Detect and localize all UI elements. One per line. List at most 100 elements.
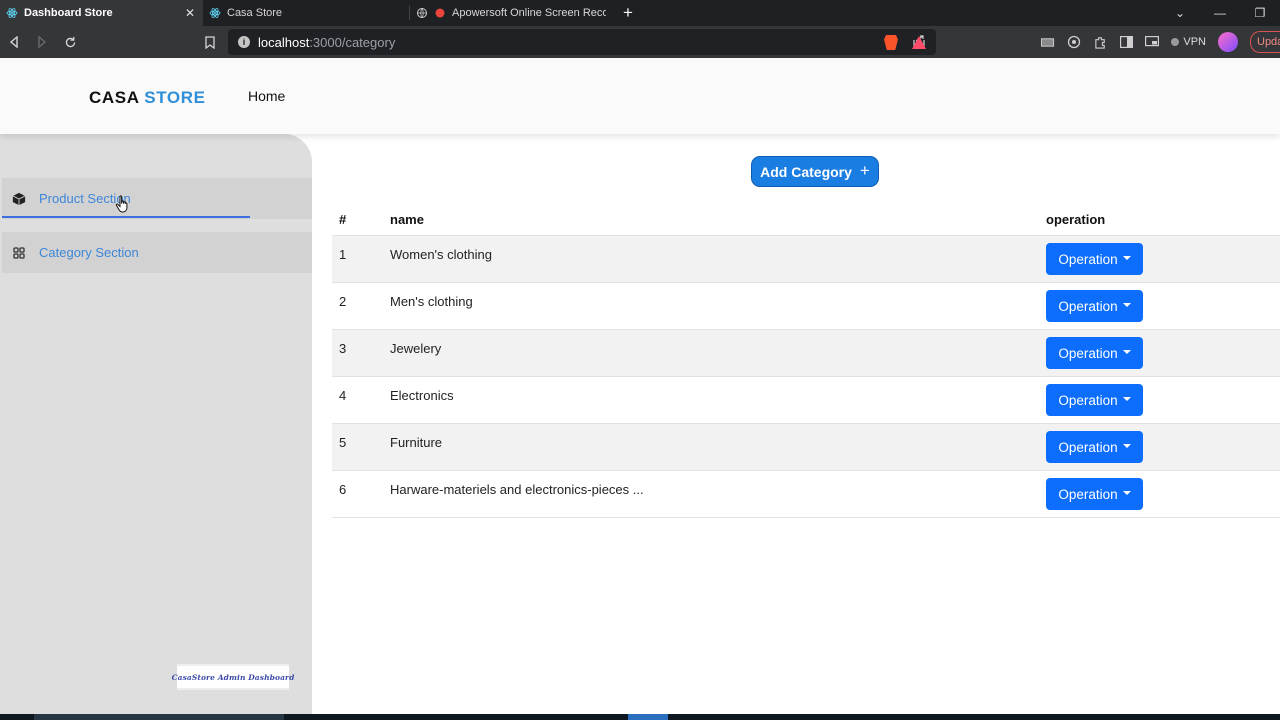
active-item-underline [2, 216, 250, 218]
tab-title: Casa Store [227, 7, 283, 19]
caret-down-icon [1122, 303, 1131, 307]
row-name: Men's clothing [390, 294, 473, 309]
taskbar-active-app[interactable] [628, 714, 668, 720]
caret-down-icon [1122, 350, 1131, 354]
tab-title: Apowersoft Online Screen Recorde [452, 7, 606, 19]
back-icon[interactable] [0, 28, 28, 56]
table-row: 2 Men's clothing Operation [332, 283, 1280, 330]
sidebar-item-category-section[interactable]: Category Section [2, 232, 312, 273]
app-header: CASA STORE Home [0, 58, 1280, 134]
tab-title: Dashboard Store [24, 7, 113, 19]
os-taskbar [0, 714, 1280, 720]
operation-dropdown-button[interactable]: Operation [1046, 478, 1143, 510]
brave-rewards-icon[interactable] [912, 36, 926, 49]
row-index: 2 [339, 294, 347, 309]
row-name: Jewelery [390, 341, 442, 356]
footer-logo-text: CasaStore Admin Dashboard [171, 672, 295, 682]
cast-icon[interactable] [1145, 35, 1160, 49]
table-row: 6 Harware-materiels and electronics-piec… [332, 471, 1280, 518]
row-index: 3 [339, 341, 347, 356]
add-category-button[interactable]: Add Category + [751, 156, 879, 187]
tab-close-icon[interactable]: ✕ [185, 6, 195, 20]
admin-dashboard-logo: CasaStore Admin Dashboard [172, 664, 294, 690]
sidebar-toggle-icon[interactable] [1119, 35, 1133, 49]
row-index: 4 [339, 388, 347, 403]
sidebar [0, 134, 312, 720]
row-name: Furniture [390, 435, 443, 450]
caret-down-icon [1122, 397, 1131, 401]
operation-label: Operation [1058, 486, 1118, 502]
row-index: 1 [339, 247, 347, 262]
operation-dropdown-button[interactable]: Operation [1046, 243, 1143, 275]
table-header: # name operation [332, 203, 1280, 236]
taskbar-segment [34, 714, 284, 720]
operation-dropdown-button[interactable]: Operation [1046, 337, 1143, 369]
table-row: 4 Electronics Operation [332, 377, 1280, 424]
url-host: localhost [258, 34, 310, 50]
brand-part1: CASA [89, 88, 139, 107]
row-index: 5 [339, 435, 347, 450]
react-icon [209, 7, 221, 19]
header-name: name [390, 211, 424, 227]
box-icon [12, 192, 26, 206]
category-table: # name operation 1 Women's clothing Oper… [332, 203, 1280, 518]
address-bar[interactable]: i localhost :3000/category [228, 29, 936, 55]
operation-label: Operation [1058, 345, 1118, 361]
browser-tab-bar: Dashboard Store ✕ Casa Store Apowersoft … [0, 0, 1280, 26]
operation-dropdown-button[interactable]: Operation [1046, 431, 1143, 463]
forward-icon[interactable] [28, 28, 56, 56]
sidebar-item-product-section[interactable]: Product Section [2, 178, 312, 219]
row-name: Women's clothing [390, 247, 492, 262]
site-info-icon[interactable]: i [238, 36, 250, 48]
minimize-icon[interactable]: — [1200, 6, 1240, 20]
row-index: 6 [339, 482, 347, 497]
extension-icons: VPN Upda [1041, 26, 1280, 58]
update-button[interactable]: Upda [1250, 31, 1280, 53]
bookmark-icon[interactable] [196, 28, 224, 56]
battery-icon[interactable] [1041, 35, 1055, 49]
caret-down-icon [1122, 444, 1131, 448]
table-row: 3 Jewelery Operation [332, 330, 1280, 377]
reload-icon[interactable] [56, 28, 84, 56]
tab-dashboard-store[interactable]: Dashboard Store ✕ [0, 0, 203, 26]
header-index: # [339, 211, 347, 227]
profile-avatar[interactable] [1218, 32, 1238, 52]
row-name: Electronics [390, 388, 454, 403]
tab-casa-store[interactable]: Casa Store [203, 0, 409, 26]
plus-icon: + [859, 161, 870, 180]
restore-icon[interactable]: ❐ [1240, 6, 1280, 20]
brand-logo[interactable]: CASA STORE [89, 88, 206, 108]
sidebar-item-label: Category Section [39, 245, 139, 260]
browser-toolbar: i localhost :3000/category VPN Upd [0, 26, 1280, 58]
operation-label: Operation [1058, 392, 1118, 408]
extensions-icon[interactable] [1093, 35, 1107, 49]
vpn-button[interactable]: VPN [1171, 36, 1206, 48]
table-row: 1 Women's clothing Operation [332, 236, 1280, 283]
operation-dropdown-button[interactable]: Operation [1046, 290, 1143, 322]
operation-dropdown-button[interactable]: Operation [1046, 384, 1143, 416]
brand-part2: STORE [144, 88, 206, 107]
vpn-status-icon [1171, 38, 1180, 46]
operation-label: Operation [1058, 298, 1118, 314]
caret-down-icon [1122, 491, 1131, 495]
operation-label: Operation [1058, 439, 1118, 455]
header-operation: operation [1046, 211, 1106, 227]
nav-home-link[interactable]: Home [248, 88, 285, 104]
brave-shields-icon[interactable] [884, 35, 898, 50]
row-name: Harware-materiels and electronics-pieces… [390, 482, 644, 497]
new-tab-button[interactable]: + [614, 0, 642, 26]
vpn-label: VPN [1183, 36, 1206, 48]
operation-label: Operation [1058, 251, 1118, 267]
recording-icon [434, 7, 446, 19]
grid-icon [12, 246, 26, 260]
tab-apowersoft[interactable]: Apowersoft Online Screen Recorde [410, 0, 614, 26]
globe-icon [416, 7, 428, 19]
add-category-label: Add Category [760, 163, 852, 180]
caret-down-icon [1122, 256, 1131, 260]
react-icon [6, 7, 18, 19]
hand-cursor-icon [115, 195, 129, 213]
tab-search-icon[interactable]: ⌄ [1160, 6, 1200, 20]
url-path: :3000/category [309, 34, 396, 50]
table-row: 5 Furniture Operation [332, 424, 1280, 471]
wallet-icon[interactable] [1067, 35, 1081, 49]
